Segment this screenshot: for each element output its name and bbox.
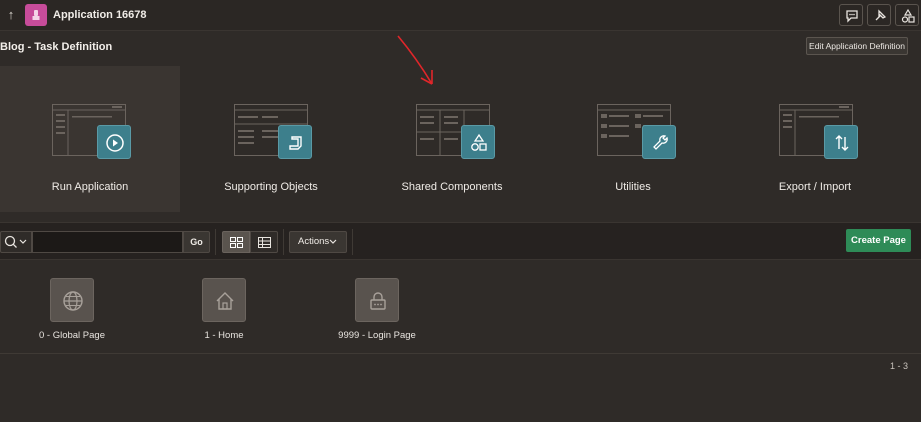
top-bar: ↑ Application 16678 <box>0 0 921 31</box>
app-title: Application 16678 <box>53 9 147 21</box>
grid-icon <box>230 237 243 248</box>
chevron-down-icon <box>19 239 27 244</box>
go-button[interactable]: Go <box>183 231 210 253</box>
tile-utilities[interactable]: Utilities <box>543 66 723 212</box>
divider <box>283 229 284 255</box>
page-label: 9999 - Login Page <box>338 330 416 341</box>
shared-components-button[interactable] <box>895 4 919 26</box>
divider <box>215 229 216 255</box>
pin-icon <box>875 9 887 21</box>
actions-label: Actions <box>298 236 330 247</box>
shapes-icon <box>461 125 495 159</box>
search-input[interactable] <box>32 231 183 253</box>
divider <box>0 353 921 354</box>
scroll-icon <box>278 125 312 159</box>
tile-label: Supporting Objects <box>224 181 318 193</box>
divider <box>352 229 353 255</box>
tile-supporting-objects[interactable]: Supporting Objects <box>181 66 361 212</box>
pin-button[interactable] <box>867 4 891 26</box>
wrench-icon <box>642 125 676 159</box>
app-icon <box>25 4 47 26</box>
shapes-icon <box>901 8 915 23</box>
edit-application-definition-button[interactable]: Edit Application Definition <box>806 37 908 55</box>
up-down-arrows-icon <box>824 125 858 159</box>
up-arrow-icon[interactable]: ↑ <box>3 6 19 24</box>
pages-toolbar: Go Actions <box>0 222 921 260</box>
tile-label: Run Application <box>51 181 129 193</box>
tile-export-import[interactable]: Export / Import <box>725 66 905 212</box>
icon-view-button[interactable] <box>222 231 250 253</box>
page-title: Blog - Task Definition <box>0 41 113 53</box>
tile-run-application[interactable]: Run Application <box>0 66 180 212</box>
chevron-down-icon <box>329 239 337 244</box>
lock-icon <box>355 278 399 322</box>
search-icon <box>4 235 27 248</box>
play-icon <box>97 125 131 159</box>
tile-shared-components[interactable]: Shared Components <box>362 66 542 212</box>
pagination-range: 1 - 3 <box>889 361 908 371</box>
page-label: 0 - Global Page <box>38 330 105 341</box>
page-item-home[interactable]: 1 - Home <box>164 278 284 348</box>
page-item-global[interactable]: 0 - Global Page <box>12 278 132 348</box>
tile-label: Export / Import <box>778 181 852 193</box>
globe-icon <box>50 278 94 322</box>
pages-list: 0 - Global Page 1 - Home 9999 - Login Pa… <box>0 262 921 354</box>
home-icon <box>202 278 246 322</box>
tile-label: Utilities <box>615 181 651 193</box>
comment-icon <box>846 10 858 23</box>
page-item-login[interactable]: 9999 - Login Page <box>317 278 437 348</box>
page-label: 1 - Home <box>204 330 244 341</box>
comment-button[interactable] <box>839 4 863 26</box>
page-header: Blog - Task Definition <box>0 31 921 61</box>
search-column-button[interactable] <box>0 231 32 253</box>
report-view-button[interactable] <box>250 231 278 253</box>
dashboard-tiles: Run Application Supporting Objects Share… <box>0 66 921 214</box>
create-page-button[interactable]: Create Page <box>846 229 911 252</box>
tile-label: Shared Components <box>401 181 503 193</box>
actions-menu-button[interactable]: Actions <box>289 231 347 253</box>
table-icon <box>258 237 271 248</box>
